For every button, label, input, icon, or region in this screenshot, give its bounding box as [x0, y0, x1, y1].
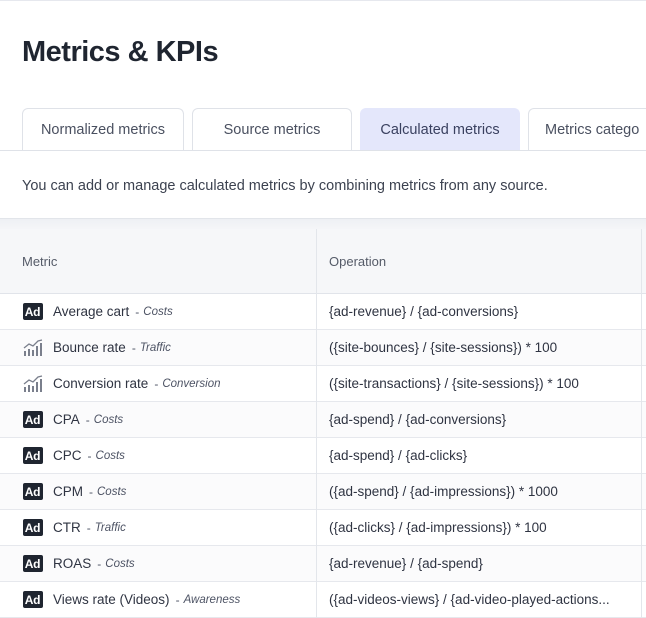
table-row[interactable]: Conversion rate - Conversion ({site-transac…: [0, 366, 646, 402]
category-separator: -: [154, 376, 159, 391]
metric-cell: Ad Average cart - Costs: [22, 294, 173, 329]
ad-icon-glyph: Ad: [22, 447, 43, 464]
operation-cell: ({ad-spend} / {ad-impressions}) * 1000: [329, 484, 558, 499]
metric-name: CPA: [53, 412, 80, 427]
metric-name: Bounce rate: [53, 340, 126, 355]
operation-cell: {ad-revenue} / {ad-conversions}: [329, 304, 519, 319]
ad-icon-glyph: Ad: [22, 303, 43, 320]
category-separator: -: [135, 304, 140, 319]
tab-bar: Normalized metrics Source metrics Calcul…: [22, 108, 646, 151]
table-row[interactable]: Ad Average cart - Costs {ad-revenue} / {ad-c…: [0, 294, 646, 330]
metric-name: Average cart: [53, 304, 130, 319]
site-analytics-icon: [23, 374, 42, 392]
ad-icon: Ad: [22, 555, 43, 573]
metric-category: Costs: [93, 413, 124, 426]
category-separator: -: [89, 484, 93, 499]
column-divider: [316, 229, 317, 618]
operation-cell: {ad-revenue} / {ad-spend}: [329, 556, 483, 571]
metric-category: Costs: [143, 305, 173, 318]
category-separator: -: [175, 592, 180, 607]
table-row[interactable]: Ad CPC - Costs {ad-spend} / {ad-clicks}: [0, 438, 646, 474]
metric-name: CTR: [53, 520, 81, 535]
ad-icon: Ad: [22, 447, 43, 465]
table-row[interactable]: Ad CTR - Traffic ({ad-clicks} / {ad-impressi…: [0, 510, 646, 546]
metric-category: Awareness: [183, 593, 241, 606]
ad-icon: Ad: [22, 519, 43, 537]
table-row[interactable]: Bounce rate - Traffic ({site-bounces} / {si…: [0, 330, 646, 366]
metric-cell: Ad CPC - Costs: [22, 438, 125, 473]
metric-name: CPC: [53, 448, 82, 463]
operation-cell: ({ad-clicks} / {ad-impressions}) * 100: [329, 520, 547, 535]
table-header: Metric Operation: [0, 229, 646, 294]
metric-cell: Ad CPM - Costs: [22, 474, 126, 509]
metric-category: Costs: [105, 557, 135, 570]
site-analytics-icon: [22, 338, 43, 357]
metric-category: Traffic: [139, 341, 171, 354]
metric-name: CPM: [53, 484, 83, 499]
table-row[interactable]: Ad ROAS - Costs {ad-revenue} / {ad-spend}: [0, 546, 646, 582]
metric-cell: Ad ROAS - Costs: [22, 546, 135, 581]
operation-cell: {ad-spend} / {ad-conversions}: [329, 412, 507, 427]
column-divider: [641, 229, 642, 618]
operation-cell: {ad-spend} / {ad-clicks}: [329, 448, 468, 463]
metric-category: Traffic: [94, 521, 126, 534]
metric-cell: Ad CTR - Traffic: [22, 510, 126, 545]
tab-calculated-metrics[interactable]: Calculated metrics: [360, 108, 520, 150]
category-separator: -: [85, 412, 90, 427]
metric-category: Conversion: [162, 377, 221, 390]
metric-category: Costs: [95, 449, 125, 462]
table-row[interactable]: Ad Views rate (Videos) - Awareness ({ad-vide…: [0, 582, 646, 618]
calculated-metrics-table: Metric Operation Ad Average cart - Costs {ad…: [0, 229, 646, 618]
category-separator: -: [87, 448, 92, 463]
table-row[interactable]: Ad CPM - Costs ({ad-spend} / {ad-impressions…: [0, 474, 646, 510]
metric-name: ROAS: [53, 556, 92, 571]
page-title: Metrics & KPIs: [22, 36, 219, 68]
column-header-operation[interactable]: Operation: [329, 229, 386, 293]
ad-icon: Ad: [22, 303, 43, 321]
ad-icon: Ad: [22, 411, 43, 429]
ad-icon: Ad: [22, 591, 43, 609]
category-separator: -: [86, 520, 91, 535]
metric-cell: Ad CPA - Costs: [22, 402, 123, 437]
ad-icon-glyph: Ad: [22, 555, 43, 572]
table-body: Ad Average cart - Costs {ad-revenue} / {ad-c…: [0, 294, 646, 618]
ad-icon-glyph: Ad: [22, 483, 43, 500]
category-separator: -: [97, 556, 102, 571]
ad-icon-glyph: Ad: [22, 591, 43, 608]
operation-cell: ({site-bounces} / {site-sessions}) * 100: [329, 340, 558, 355]
metric-cell: Bounce rate - Traffic: [22, 330, 171, 365]
top-border: [0, 0, 646, 1]
site-analytics-icon: [22, 374, 43, 393]
site-analytics-icon: [23, 338, 42, 356]
category-separator: -: [131, 340, 136, 355]
metric-cell: Conversion rate - Conversion: [22, 366, 220, 401]
metric-name: Views rate (Videos): [53, 592, 170, 607]
tab-source-metrics[interactable]: Source metrics: [192, 108, 352, 150]
ad-icon-glyph: Ad: [22, 411, 43, 428]
tab-normalized-metrics[interactable]: Normalized metrics: [22, 108, 184, 150]
tab-underline: [0, 150, 646, 151]
table-row[interactable]: Ad CPA - Costs {ad-spend} / {ad-conversions}: [0, 402, 646, 438]
ad-icon: Ad: [22, 483, 43, 501]
metric-name: Conversion rate: [53, 376, 149, 391]
column-header-metric[interactable]: Metric: [22, 229, 57, 293]
operation-cell: ({site-transactions} / {site-sessions}) …: [329, 376, 579, 391]
page-description: You can add or manage calculated metrics…: [22, 178, 548, 194]
metric-category: Costs: [97, 485, 127, 498]
tab-metrics-categories[interactable]: Metrics catego: [528, 108, 646, 150]
ad-icon-glyph: Ad: [22, 519, 43, 536]
